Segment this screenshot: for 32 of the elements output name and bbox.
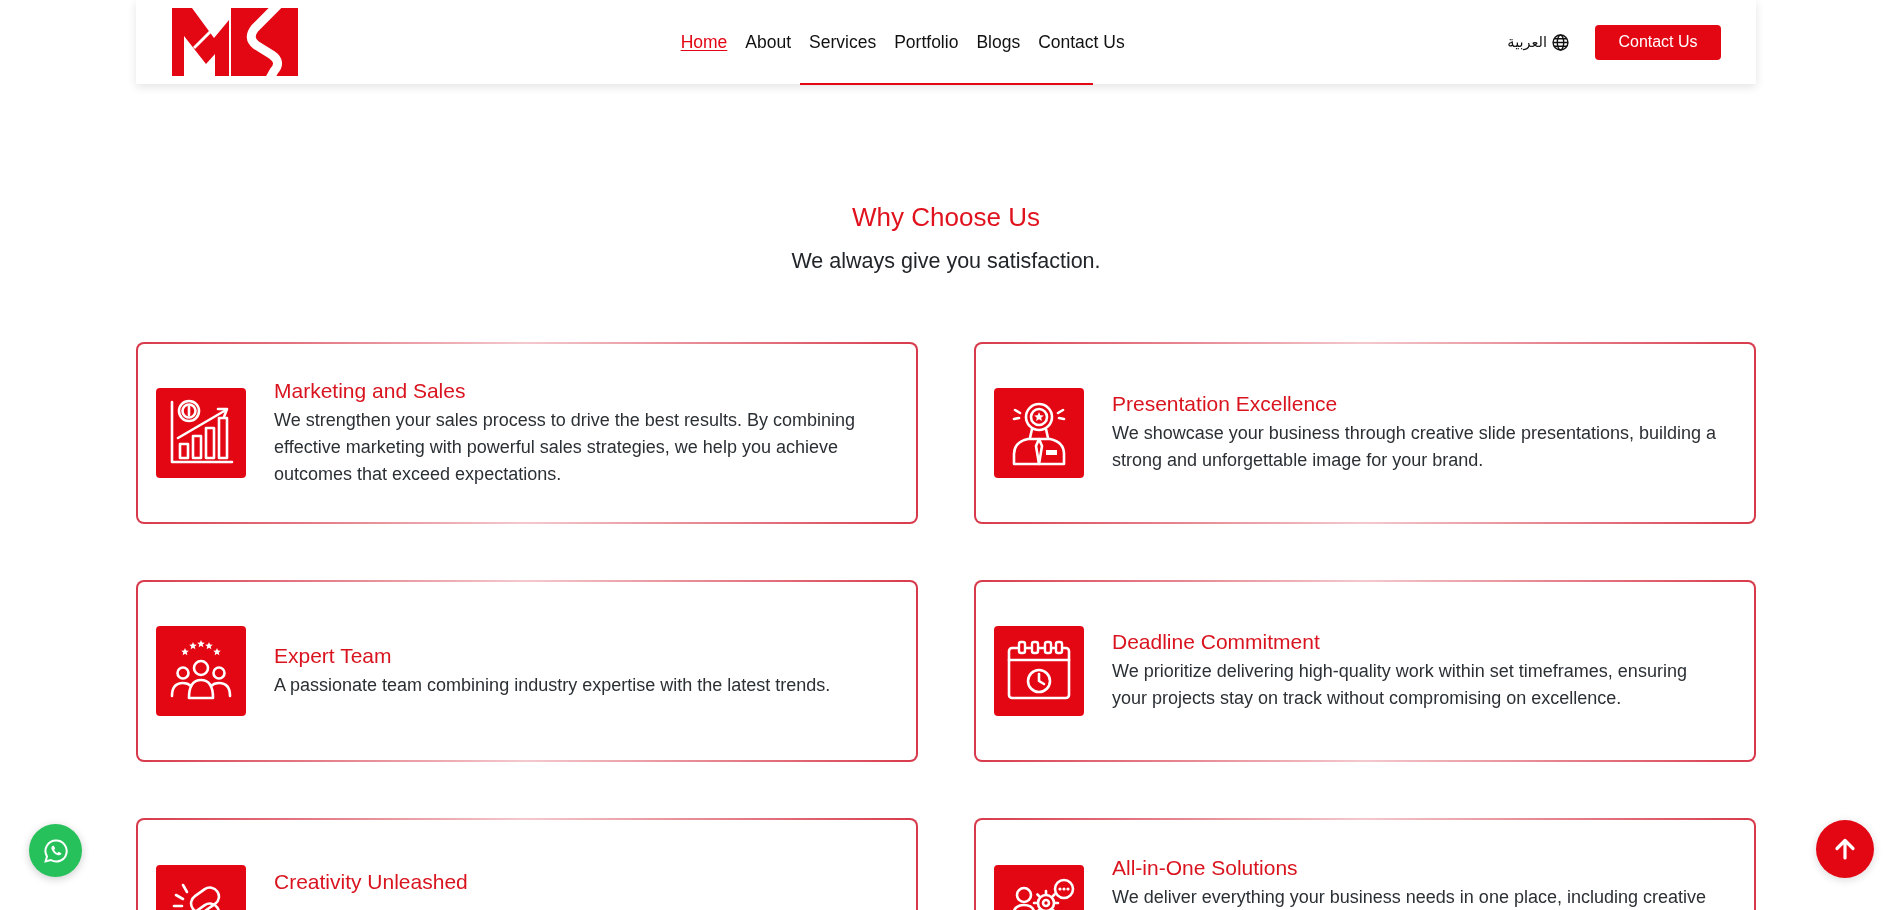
section-subtitle: We always give you satisfaction.: [791, 248, 1101, 275]
growth-chart-icon: [156, 388, 246, 479]
phone-chat-icon: [42, 837, 69, 864]
feature-title: All-in-One Solutions: [1112, 856, 1299, 881]
award-person-icon: [994, 388, 1084, 479]
feature-title: Presentation Excellence: [1112, 392, 1339, 417]
gears-person-icon: [994, 865, 1084, 910]
nav-link[interactable]: Services: [809, 31, 877, 53]
nav-link[interactable]: Portfolio: [894, 31, 959, 53]
language-switch[interactable]: العربية: [1507, 33, 1569, 51]
calendar-clock-icon: [994, 626, 1084, 717]
nav-link[interactable]: Home: [680, 31, 728, 53]
team-icon: [156, 626, 246, 717]
nav-link[interactable]: Contact Us: [1038, 31, 1125, 53]
feature-description: We strengthen your sales process to drive the best results. By combining effective marketing with powerful sales strategies, we help you achieve outcomes that exceed expectations.: [274, 409, 856, 486]
feature-description: We deliver everything your business needs in one place, including creative: [1112, 886, 1707, 910]
nav-link[interactable]: Blogs: [976, 31, 1021, 53]
nav-link[interactable]: About: [745, 31, 792, 53]
feature-title: Marketing and Sales: [274, 379, 467, 403]
logo[interactable]: [172, 8, 298, 76]
contact-button[interactable]: Contact Us: [1595, 24, 1721, 60]
feature-title: Expert Team: [274, 644, 393, 668]
scroll-top-button[interactable]: [1816, 820, 1874, 878]
globe-icon: [1552, 33, 1569, 51]
feature-title: Deadline Commitment: [1112, 630, 1321, 655]
section-title: Why Choose Us: [851, 202, 1041, 234]
feature-description: A passionate team combining industry expertise with the latest trends.: [274, 674, 832, 697]
feature-description: We prioritize delivering high-quality work within set timeframes, ensuring your projects stay on track without compromising on excellence.: [1112, 660, 1688, 711]
feature-description: We showcase your business through creative slide presentations, building a strong and unforgettable image for your brand.: [1112, 422, 1717, 473]
link-icon: [156, 865, 246, 910]
feature-title: Creativity Unleashed: [274, 870, 469, 895]
arrow-up-icon: [1832, 836, 1858, 862]
